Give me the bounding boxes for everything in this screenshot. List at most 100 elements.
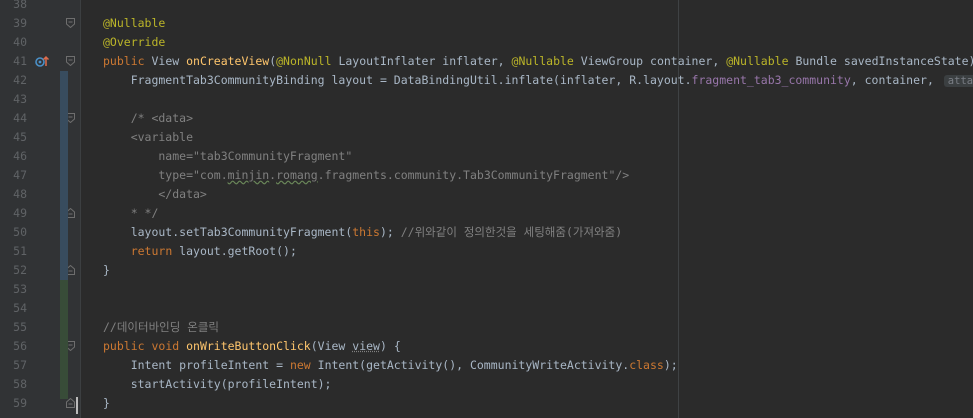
code-token: //데이터바인딩 온클릭 <box>103 320 219 334</box>
code-token: onCreateView <box>186 54 270 68</box>
line-number[interactable]: 42 <box>0 71 27 90</box>
code-token: Intent profileIntent = <box>103 358 290 372</box>
code-token: /* <data> <box>103 111 194 125</box>
code-token: * */ <box>103 206 159 220</box>
line-number[interactable]: 55 <box>0 318 27 337</box>
line-number[interactable]: 56 <box>0 337 27 356</box>
code-line[interactable]: 46 name="tab3CommunityFragment" <box>0 147 973 166</box>
code-text[interactable]: </data> <box>103 185 206 204</box>
code-text[interactable]: startActivity(profileIntent); <box>103 375 332 394</box>
code-line[interactable]: 56 public void onWriteButtonClick(View vi… <box>0 337 973 356</box>
code-line[interactable]: 51 return layout.getRoot(); <box>0 242 973 261</box>
code-token: minjin <box>227 168 270 182</box>
line-number[interactable]: 39 <box>0 14 27 33</box>
vcs-modified-marker[interactable] <box>60 71 68 280</box>
line-number[interactable]: 54 <box>0 299 27 318</box>
line-number[interactable]: 44 <box>0 109 27 128</box>
line-number[interactable]: 58 <box>0 375 27 394</box>
code-line[interactable]: 57 Intent profileIntent = new Intent(get… <box>0 356 973 375</box>
fold-collapse-icon[interactable] <box>66 18 75 28</box>
code-text[interactable]: type="com.minjin.romang.fragments.commun… <box>103 166 629 185</box>
code-token: Intent(getActivity(), CommunityWriteActi… <box>317 358 630 372</box>
code-editor[interactable]: 38 39 @Nullable 40 @Override 41 public View on… <box>0 0 973 418</box>
code-token: romang <box>276 168 318 182</box>
code-token: @Nullable <box>511 54 581 68</box>
code-token: LayoutInflater inflater, <box>338 54 512 68</box>
code-text[interactable]: public void onWriteButtonClick(View view… <box>103 337 401 356</box>
line-number[interactable]: 57 <box>0 356 27 375</box>
code-line[interactable]: 38 <box>0 0 973 14</box>
code-token: @Override <box>103 35 166 49</box>
code-text[interactable]: //데이터바인딩 온클릭 <box>103 318 219 337</box>
code-token: name="tab3CommunityFragment" <box>103 149 353 163</box>
code-token: , container, <box>850 73 941 87</box>
code-token: ); <box>663 358 678 372</box>
code-token: void <box>151 339 187 353</box>
code-text[interactable]: } <box>103 394 110 413</box>
line-number[interactable]: 52 <box>0 261 27 280</box>
code-token: onWriteButtonClick <box>186 339 311 353</box>
code-text[interactable]: public View onCreateView(@NonNull Layout… <box>103 52 973 71</box>
code-token: ); <box>379 225 401 239</box>
line-number[interactable]: 49 <box>0 204 27 223</box>
code-text[interactable]: } <box>103 261 110 280</box>
code-token: FragmentTab3CommunityBinding layout = Da… <box>103 73 505 87</box>
code-token: } <box>103 396 110 410</box>
code-token: ) { <box>379 339 401 353</box>
code-text[interactable]: name="tab3CommunityFragment" <box>103 147 352 166</box>
code-text[interactable]: * */ <box>103 204 159 223</box>
line-number[interactable]: 50 <box>0 223 27 242</box>
line-number[interactable]: 48 <box>0 185 27 204</box>
code-line[interactable]: 59} <box>0 394 973 413</box>
code-line[interactable]: 40 @Override <box>0 33 973 52</box>
line-number[interactable]: 40 <box>0 33 27 52</box>
code-line[interactable]: 53 <box>0 280 973 299</box>
code-line[interactable]: 52} <box>0 261 973 280</box>
code-text[interactable]: FragmentTab3CommunityBinding layout = Da… <box>103 71 973 91</box>
code-line[interactable]: 49 * */ <box>0 204 973 223</box>
code-line[interactable]: 48 </data> <box>0 185 973 204</box>
code-line[interactable]: 44 /* <data> <box>0 109 973 128</box>
code-line[interactable]: 39 @Nullable <box>0 14 973 33</box>
code-token: @Nullable <box>726 54 796 68</box>
line-number[interactable]: 47 <box>0 166 27 185</box>
code-token: return <box>130 244 180 258</box>
code-token: inflate <box>504 73 554 87</box>
code-text[interactable]: @Nullable <box>103 14 165 33</box>
code-line[interactable]: 55 //데이터바인딩 온클릭 <box>0 318 973 337</box>
code-token: View <box>151 54 187 68</box>
line-number[interactable]: 59 <box>0 394 27 413</box>
line-number[interactable]: 38 <box>0 0 27 14</box>
code-token: public <box>103 339 152 353</box>
line-number[interactable]: 45 <box>0 128 27 147</box>
code-line[interactable]: 43 <box>0 90 973 109</box>
code-text[interactable]: <variable <box>103 128 193 147</box>
code-line[interactable]: 50 layout.setTab3CommunityFragment(this)… <box>0 223 973 242</box>
code-text[interactable]: layout.setTab3CommunityFragment(this); /… <box>103 223 622 242</box>
code-token: class <box>629 358 664 372</box>
code-line[interactable]: 54 <box>0 299 973 318</box>
code-token: type="com. <box>103 168 228 182</box>
fold-end-icon[interactable] <box>66 398 75 408</box>
line-number[interactable]: 51 <box>0 242 27 261</box>
line-number[interactable]: 53 <box>0 280 27 299</box>
code-token: startActivity(profileIntent); <box>103 377 332 391</box>
code-line[interactable]: 45 <variable <box>0 128 973 147</box>
code-token: @Nullable <box>103 16 166 30</box>
code-text[interactable]: /* <data> <box>103 109 193 128</box>
vcs-added-marker[interactable] <box>60 280 68 399</box>
line-number[interactable]: 41 <box>0 52 27 71</box>
override-method-icon[interactable] <box>35 55 50 68</box>
code-line[interactable]: 42 FragmentTab3CommunityBinding layout =… <box>0 71 973 90</box>
fold-collapse-icon[interactable] <box>66 56 75 66</box>
code-line[interactable]: 41 public View onCreateView(@NonNull Layo… <box>0 52 973 71</box>
code-line[interactable]: 58 startActivity(profileIntent); <box>0 375 973 394</box>
line-number[interactable]: 43 <box>0 90 27 109</box>
code-line[interactable]: 47 type="com.minjin.romang.fragments.com… <box>0 166 973 185</box>
code-text[interactable]: return layout.getRoot(); <box>103 242 297 261</box>
code-text[interactable]: @Override <box>103 33 165 52</box>
code-text[interactable]: Intent profileIntent = new Intent(getAct… <box>103 356 678 375</box>
line-number[interactable]: 46 <box>0 147 27 166</box>
code-token: //위와같이 정의한것을 세팅해줌(가져와줌) <box>400 225 623 239</box>
